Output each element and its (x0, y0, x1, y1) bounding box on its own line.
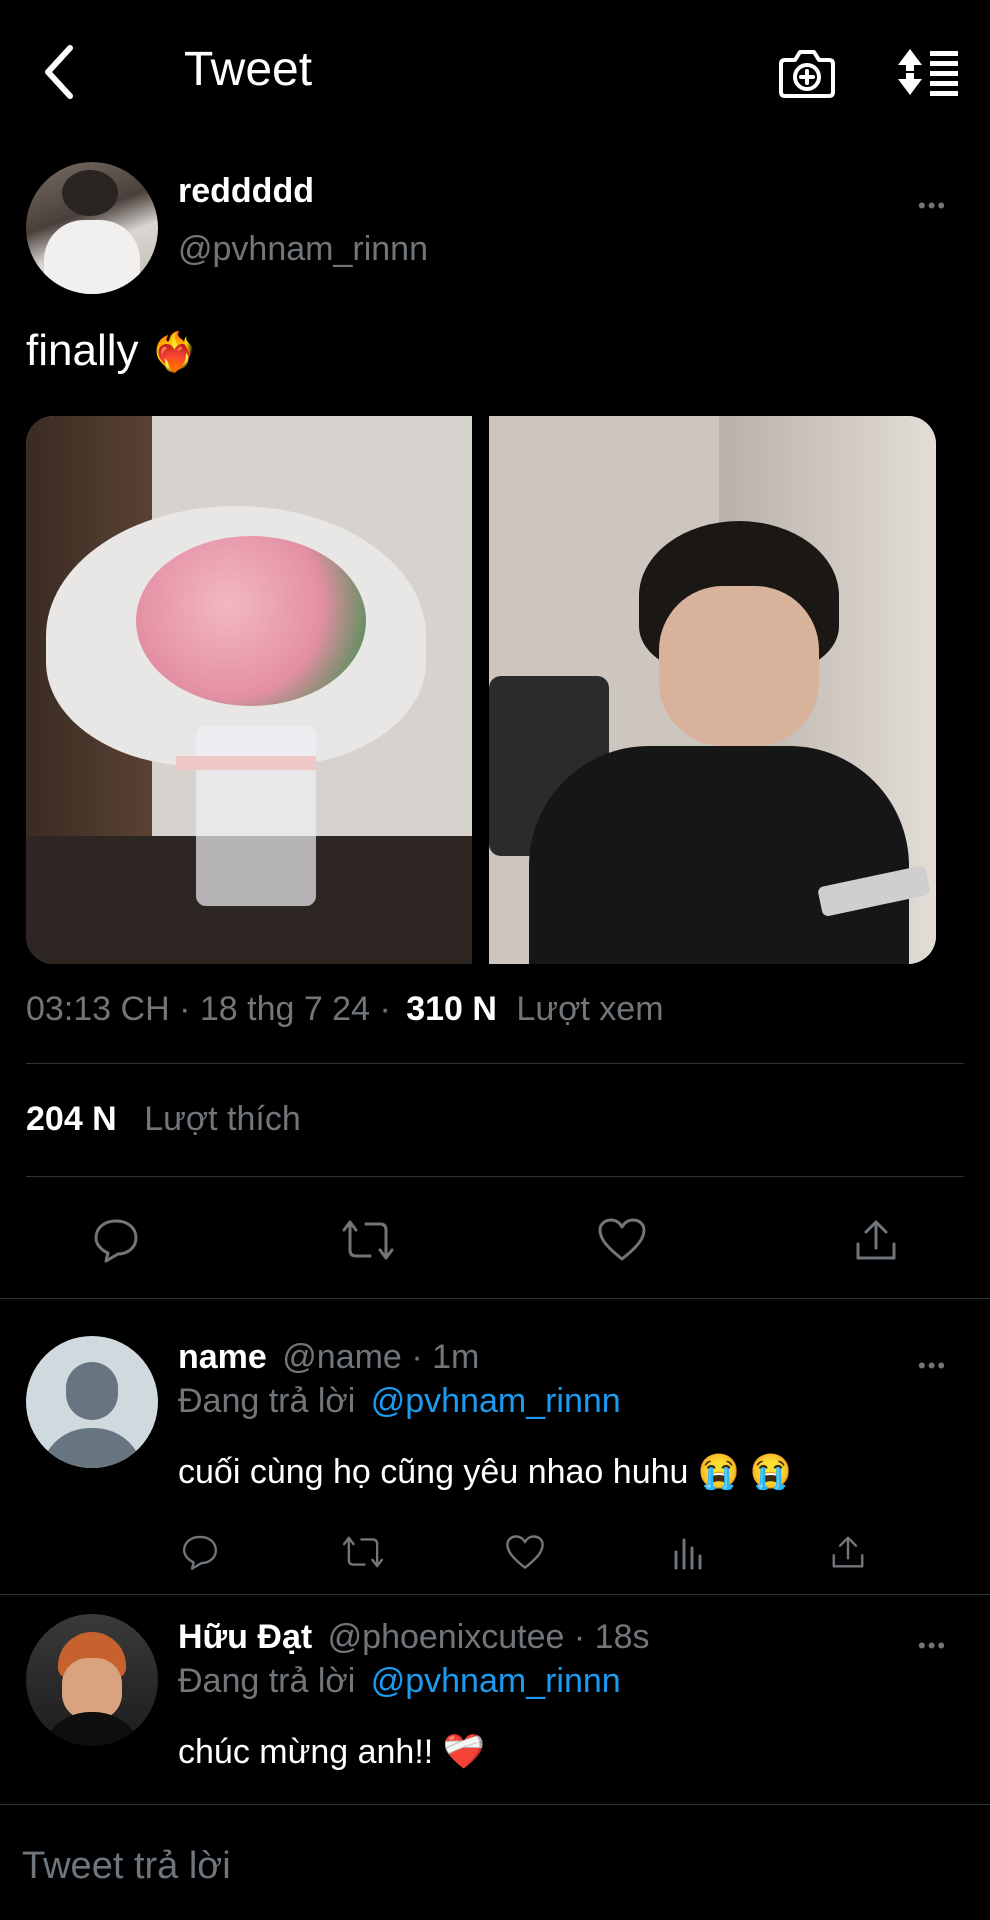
reply-share-button[interactable] (826, 1530, 870, 1574)
likes-count: 204 N (26, 1100, 117, 1138)
camera-button[interactable] (778, 44, 836, 102)
chevron-left-icon (45, 45, 73, 99)
back-button[interactable] (30, 36, 86, 108)
reply-icon (94, 1219, 138, 1263)
reply-time: · 1m (411, 1338, 480, 1376)
reply-display-name[interactable]: name (178, 1338, 267, 1376)
replying-to-handle[interactable]: @pvhnam_rinnn (371, 1662, 621, 1700)
likes-label: Lượt thích (144, 1100, 301, 1138)
author-avatar[interactable] (26, 162, 158, 294)
likes-stats[interactable]: 204 N Lượt thích (26, 1100, 301, 1139)
reply-retweet-button[interactable] (338, 1530, 388, 1574)
reply-composer-placeholder: Tweet trả lời (22, 1845, 231, 1887)
author-handle[interactable]: @pvhnam_rinnn (178, 230, 428, 269)
reply-more-button[interactable]: ••• (918, 1355, 947, 1377)
tweet-timestamp: 03:13 CH · 18 thg 7 24 · (26, 990, 391, 1028)
author-display-name[interactable]: reddddd (178, 172, 314, 211)
reply-text: chúc mừng anh!! ❤️‍🩹 (178, 1733, 486, 1771)
replying-to: Đang trả lời @pvhnam_rinnn (178, 1662, 621, 1701)
sort-lines-icon (898, 49, 958, 96)
heart-icon (506, 1534, 544, 1569)
reply-views-button[interactable] (666, 1530, 710, 1574)
reply-header: Hữu Đạt @phoenixcutee · 18s (178, 1618, 649, 1657)
replying-prefix: Đang trả lời (178, 1662, 356, 1700)
reply-composer-input[interactable]: Tweet trả lời (0, 1805, 990, 1920)
reply-time: · 18s (573, 1618, 650, 1656)
replying-to-handle[interactable]: @pvhnam_rinnn (371, 1382, 621, 1420)
tweet-more-button[interactable]: ••• (918, 195, 947, 217)
replying-prefix: Đang trả lời (178, 1382, 356, 1420)
retweet-icon (342, 1536, 384, 1568)
divider (26, 1063, 964, 1064)
divider (26, 1176, 964, 1177)
reply-button[interactable] (86, 1210, 146, 1270)
views-count: 310 N (406, 990, 497, 1028)
heart-icon (598, 1218, 646, 1261)
reply-more-button[interactable]: ••• (918, 1635, 947, 1657)
tweet-text: finally ❤️‍🔥 (26, 326, 198, 376)
replying-to: Đang trả lời @pvhnam_rinnn (178, 1382, 621, 1421)
share-icon (856, 1220, 896, 1260)
media-image-person[interactable] (489, 416, 936, 964)
share-icon (832, 1536, 864, 1568)
camera-plus-icon (779, 50, 835, 98)
page-title: Tweet (184, 43, 313, 96)
retweet-button[interactable] (336, 1210, 400, 1270)
reply-avatar[interactable] (26, 1336, 158, 1468)
reply-icon (182, 1535, 218, 1570)
reply-like-button[interactable] (502, 1530, 548, 1574)
retweet-icon (342, 1220, 394, 1260)
divider (0, 1594, 990, 1595)
sort-button[interactable] (896, 44, 960, 100)
heart-on-fire-emoji: ❤️‍🔥 (150, 332, 199, 374)
reply-reply-button[interactable] (178, 1530, 222, 1574)
reply-text: cuối cùng họ cũng yêu nhao huhu 😭 😭 (178, 1453, 792, 1491)
reply-display-name[interactable]: Hữu Đạt (178, 1618, 312, 1656)
reply-avatar[interactable] (26, 1614, 158, 1746)
tweet-text-body: finally (26, 326, 139, 375)
views-label: Lượt xem (516, 990, 664, 1028)
like-button[interactable] (592, 1210, 652, 1270)
tweet-meta: 03:13 CH · 18 thg 7 24 · 310 N Lượt xem (26, 990, 664, 1029)
tweet-media (26, 416, 936, 964)
media-image-bouquet[interactable] (26, 416, 472, 964)
divider (0, 1298, 990, 1299)
views-chart-icon (674, 1538, 702, 1570)
reply-handle[interactable]: @name (282, 1338, 402, 1376)
reply-header: name @name · 1m (178, 1338, 479, 1377)
reply-handle[interactable]: @phoenixcutee (328, 1618, 565, 1656)
share-button[interactable] (846, 1210, 906, 1270)
